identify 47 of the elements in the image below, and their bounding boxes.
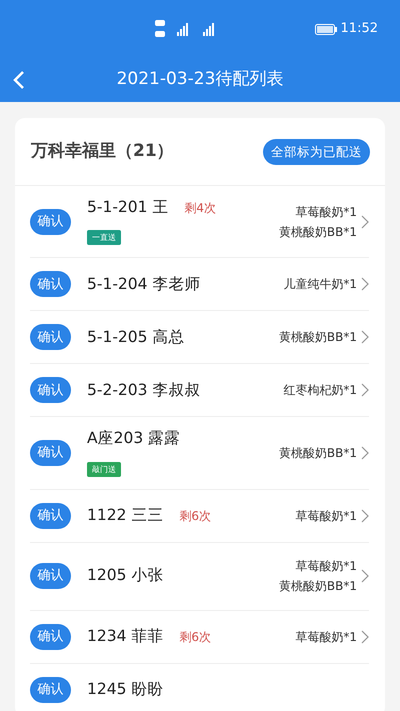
back-icon[interactable] [12, 70, 26, 90]
confirm-button[interactable]: 确认 [30, 377, 71, 404]
product-item: 草莓酸奶*1 [295, 508, 357, 524]
recipient-name: 1245 盼盼 [87, 678, 164, 700]
product-item: 红枣枸杞奶*1 [283, 382, 357, 400]
recipient-name: 1205 小张 [87, 565, 164, 586]
chevron-icon[interactable] [361, 630, 369, 644]
remaining-count: 剩4次 [184, 200, 216, 217]
confirm-button[interactable]: 确认 [30, 271, 71, 298]
confirm-button[interactable]: 确认 [30, 208, 71, 235]
product-item: 儿童纯牛奶*1 [283, 276, 357, 294]
recipient-name: A座203 露露 [87, 428, 180, 450]
chevron-icon[interactable] [361, 569, 369, 583]
confirm-button[interactable]: 确认 [30, 324, 71, 350]
mark-all-delivered-button[interactable]: 全部标为已配送 [263, 138, 370, 164]
confirm-button[interactable]: 确认 [30, 624, 71, 650]
product-item: 草莓酸奶*1 [294, 558, 357, 575]
recipient-name: 1234 菲菲 [87, 626, 164, 647]
product-item: 黄桃酸奶BB*1 [278, 578, 357, 595]
recipient-name: 5-2-203 李叔叔 [87, 380, 200, 401]
confirm-button[interactable]: 确认 [30, 440, 71, 466]
battery-icon [314, 24, 337, 34]
confirm-button[interactable]: 确认 [30, 502, 71, 528]
remaining-count: 剩6次 [179, 508, 212, 524]
recipient-name: 1122 三三 [87, 504, 164, 526]
group-title: 万科幸福里（21） [31, 140, 174, 163]
chevron-icon[interactable] [361, 383, 369, 398]
recipient-name: 5-1-205 高总 [87, 326, 184, 348]
product-item: 黄桃酸奶BB*1 [278, 329, 357, 346]
product-item: 草莓酸奶*1 [294, 204, 357, 221]
chevron-icon[interactable] [361, 214, 369, 229]
page-title: 2021-03-23待配列表 [116, 68, 284, 92]
product-item: 黄桃酸奶BB*1 [278, 444, 357, 462]
delivery-tag: 敲门送 [87, 462, 121, 476]
remaining-count: 剩6次 [179, 628, 212, 646]
chevron-icon[interactable] [361, 330, 369, 344]
product-item: 草莓酸奶*1 [295, 628, 357, 646]
confirm-button[interactable]: 确认 [30, 563, 71, 589]
recipient-name: 5-1-201 王 [87, 197, 168, 218]
product-item: 黄桃酸奶BB*1 [278, 224, 357, 241]
delivery-tag: 一直送 [87, 230, 121, 246]
chevron-icon[interactable] [361, 277, 369, 292]
clock-time: 11:52 [340, 20, 378, 38]
confirm-button[interactable]: 确认 [30, 676, 71, 702]
recipient-name: 5-1-204 李老师 [87, 274, 200, 295]
chevron-icon[interactable] [361, 508, 369, 522]
chevron-icon[interactable] [361, 446, 369, 460]
